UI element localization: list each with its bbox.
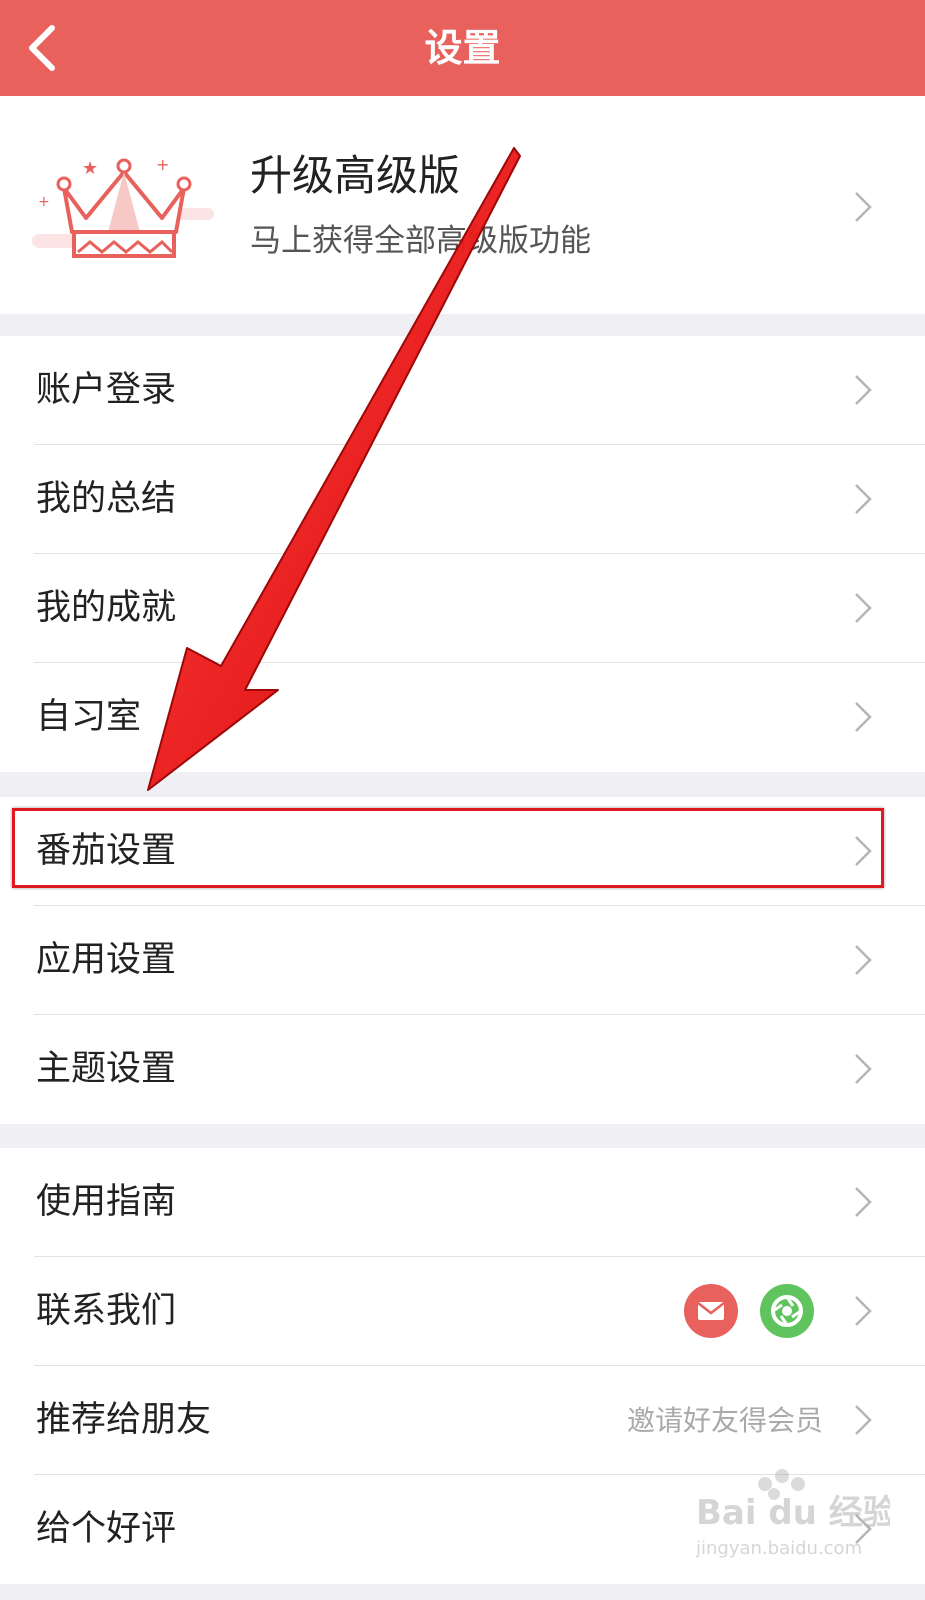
menu-item-label: 应用设置	[36, 940, 177, 980]
chevron-right-icon	[855, 375, 872, 405]
page-title: 设置	[424, 26, 501, 70]
premium-subtitle: 马上获得全部高级版功能	[250, 223, 591, 259]
menu-item-user-guide[interactable]: 使用指南	[0, 1148, 925, 1257]
chevron-right-icon	[855, 702, 872, 732]
crown-icon: ★ + +	[32, 155, 214, 258]
wechat-icon[interactable]	[760, 1284, 814, 1338]
chevron-right-icon	[855, 1296, 872, 1326]
svg-text:★: ★	[82, 158, 98, 179]
menu-item-contact-us[interactable]: 联系我们	[0, 1257, 925, 1366]
menu-item-account-login[interactable]: 账户登录	[0, 336, 925, 445]
menu-item-label: 账户登录	[36, 370, 177, 410]
menu-item-label: 番茄设置	[36, 831, 177, 871]
chevron-right-icon	[855, 836, 872, 866]
menu-item-label: 联系我们	[36, 1291, 177, 1331]
chevron-right-icon	[855, 593, 872, 623]
menu-item-label: 自习室	[36, 697, 142, 737]
menu-item-label: 使用指南	[36, 1182, 177, 1222]
menu-item-label: 推荐给朋友	[36, 1400, 212, 1440]
svg-text:+: +	[156, 155, 169, 174]
chevron-right-icon	[855, 945, 872, 975]
settings-group-preferences: 番茄设置 应用设置 主题设置	[0, 797, 925, 1124]
settings-group-account: 账户登录 我的总结 我的成就 自习室	[0, 336, 925, 772]
chevron-right-icon	[855, 1405, 872, 1435]
chevron-right-icon	[855, 1514, 872, 1544]
top-bar: 设置	[0, 0, 925, 96]
menu-item-label: 主题设置	[36, 1049, 177, 1089]
menu-item-theme-settings[interactable]: 主题设置	[0, 1015, 925, 1124]
chevron-right-icon	[855, 1187, 872, 1217]
menu-item-rate-app[interactable]: 给个好评	[0, 1475, 925, 1584]
invite-hint: 邀请好友得会员	[626, 1404, 823, 1437]
menu-item-app-settings[interactable]: 应用设置	[0, 906, 925, 1015]
menu-item-pomodoro-settings[interactable]: 番茄设置	[0, 797, 925, 906]
svg-text:+: +	[38, 194, 50, 210]
upgrade-premium-row[interactable]: ★ + + 升级高级版 马上获得全部高级版功能	[0, 96, 925, 314]
menu-item-label: 我的总结	[36, 479, 177, 519]
menu-item-label: 给个好评	[36, 1509, 177, 1549]
menu-item-recommend-to-friends[interactable]: 推荐给朋友 邀请好友得会员	[0, 1366, 925, 1475]
menu-item-my-achievements[interactable]: 我的成就	[0, 554, 925, 663]
mail-icon[interactable]	[684, 1284, 738, 1338]
chevron-right-icon	[855, 192, 872, 222]
menu-item-my-summary[interactable]: 我的总结	[0, 445, 925, 554]
premium-title: 升级高级版	[250, 151, 461, 200]
settings-group-support: 使用指南 联系我们 推荐给朋友 邀请好友得会员 给个好评	[0, 1148, 925, 1584]
menu-item-label: 我的成就	[36, 588, 177, 628]
chevron-right-icon	[855, 484, 872, 514]
chevron-right-icon	[855, 1054, 872, 1084]
menu-item-study-room[interactable]: 自习室	[0, 663, 925, 772]
